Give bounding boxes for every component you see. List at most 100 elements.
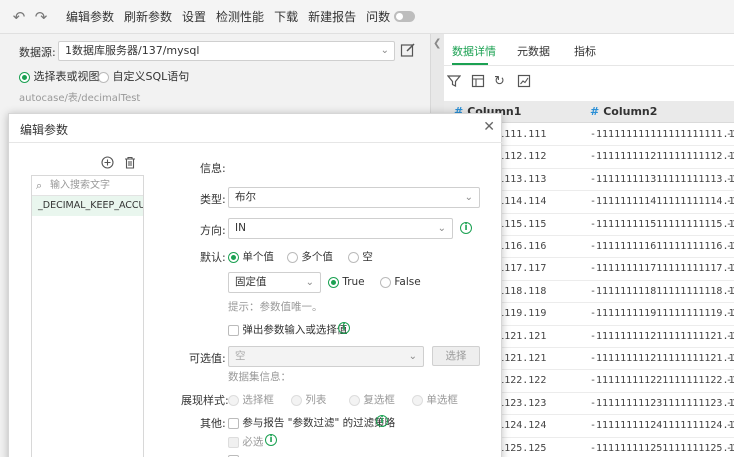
param-list-item[interactable]: _DECIMAL_KEEP_ACCURACY xyxy=(32,196,143,216)
chevron-down-icon: ⌄ xyxy=(464,192,473,203)
preview-tabs: 数据详情 元数据 指标 xyxy=(444,34,734,66)
info-icon[interactable]: i xyxy=(376,415,388,427)
table-cell: -1 xyxy=(726,375,734,387)
display-radio-option[interactable]: 单选框 xyxy=(412,392,458,407)
chart-icon[interactable] xyxy=(517,74,533,90)
table-cell: -1 xyxy=(726,218,734,230)
menu-check-performance[interactable]: 检测性能 xyxy=(216,8,264,25)
datasource-select[interactable]: 1数据库服务器/137/mysql ⌄ xyxy=(58,41,395,61)
app-root: ↶ ↷ 编辑参数 刷新参数 设置 检测性能 下载 新建报告 问数 数据源: 1数… xyxy=(0,0,734,457)
toolbar: ↶ ↷ 编辑参数 刷新参数 设置 检测性能 下载 新建报告 问数 xyxy=(0,0,734,34)
chevron-down-icon: ⌄ xyxy=(408,351,417,362)
table-cell: -1 xyxy=(726,420,734,432)
info-label: 信息: xyxy=(200,162,226,175)
popup-input-checkbox[interactable]: 弹出参数输入或选择值 xyxy=(228,322,347,337)
close-icon[interactable]: ✕ xyxy=(483,119,495,135)
table-cell: -1 xyxy=(726,129,734,140)
default-kind-select[interactable]: 固定值 ⌄ xyxy=(228,272,321,293)
menu-download[interactable]: 下载 xyxy=(274,8,298,25)
table-cell: -1 xyxy=(726,173,734,185)
default-multi-option[interactable]: 多个值 xyxy=(287,249,333,264)
table-cell: -111111111911111111119.119 xyxy=(590,308,734,320)
param-search-input[interactable]: ⌕ 输入搜索文字 xyxy=(32,176,143,196)
delete-icon[interactable] xyxy=(124,156,136,173)
info-icon[interactable]: i xyxy=(460,222,472,234)
display-list-option[interactable]: 列表 xyxy=(291,392,326,407)
radio-selected-icon xyxy=(228,251,239,263)
radio-icon xyxy=(98,71,109,83)
direction-label: 方向: xyxy=(200,224,226,237)
add-icon[interactable] xyxy=(101,156,114,173)
menu-edit-params[interactable]: 编辑参数 xyxy=(66,8,114,25)
optional-values-label: 可选值: xyxy=(189,352,226,365)
table-cell: -111111111241111111124.124 xyxy=(590,420,734,432)
number-type-icon: # xyxy=(590,105,600,118)
table-cell: -1 xyxy=(726,397,734,409)
select-button[interactable]: 选择 xyxy=(432,346,480,366)
column-header-2[interactable]: # Column2 xyxy=(590,105,657,118)
radio-selected-icon xyxy=(19,71,30,83)
table-cell: -1 xyxy=(726,285,734,297)
direction-select[interactable]: IN ⌄ xyxy=(228,218,453,239)
filter-icon[interactable] xyxy=(446,74,463,90)
datasource-value: 1数据库服务器/137/mysql xyxy=(65,44,200,57)
table-cell: -1 xyxy=(726,353,734,364)
undo-icon[interactable]: ↶ xyxy=(8,6,30,28)
menu-new-report[interactable]: 新建报告 xyxy=(308,8,356,25)
bool-false-option[interactable]: False xyxy=(380,276,421,288)
menu-refresh-params[interactable]: 刷新参数 xyxy=(124,8,172,25)
option-table-view[interactable]: 选择表或视图 xyxy=(19,68,100,84)
radio-icon xyxy=(287,251,298,263)
optional-value: 空 xyxy=(235,350,246,362)
display-select-box-option[interactable]: 选择框 xyxy=(228,392,274,407)
table-cell: -111111111211111111112.112 xyxy=(590,151,734,163)
menu-ask-data[interactable]: 问数 xyxy=(366,8,390,25)
checkbox-icon xyxy=(228,324,239,336)
table-cell: -111111111251111111125.125 xyxy=(590,442,734,454)
default-empty-option[interactable]: 空 xyxy=(348,249,373,264)
info-icon[interactable]: i xyxy=(265,434,277,446)
display-checkbox-option[interactable]: 复选框 xyxy=(349,392,395,407)
radio-selected-icon xyxy=(328,276,339,288)
table-settings-icon[interactable] xyxy=(471,74,487,90)
info-icon[interactable]: i xyxy=(338,322,350,334)
radio-icon xyxy=(412,394,423,406)
search-icon: ⌕ xyxy=(36,179,43,192)
edit-icon[interactable] xyxy=(400,42,418,60)
required-checkbox[interactable]: 必选 xyxy=(228,434,263,449)
table-cell: -1 xyxy=(726,151,734,163)
table-cell: -111111111211111111121.121 xyxy=(590,330,734,342)
checkbox-icon xyxy=(228,417,239,429)
tab-data-details[interactable]: 数据详情 xyxy=(452,43,496,59)
table-cell: -111111111311111111113.113 xyxy=(590,173,734,185)
display-style-label: 展现样式: xyxy=(181,394,229,407)
bool-true-option[interactable]: True xyxy=(328,276,365,288)
menu-settings[interactable]: 设置 xyxy=(182,8,206,25)
default-single-option[interactable]: 单个值 xyxy=(228,249,274,264)
param-filter-checkbox[interactable]: 参与报告 "参数过滤" 的过滤策略 xyxy=(228,415,395,430)
table-cell: -111111111111111111111.111 xyxy=(590,129,734,140)
option-custom-sql[interactable]: 自定义SQL语句 xyxy=(98,68,189,84)
table-cell: -111111111511111111115.115 xyxy=(590,218,734,230)
table-cell: -111111111221111111122.122 xyxy=(590,375,734,387)
optional-values-select[interactable]: 空 ⌄ xyxy=(228,346,424,367)
radio-icon xyxy=(348,251,359,263)
tab-metadata[interactable]: 元数据 xyxy=(517,43,550,59)
redo-icon[interactable]: ↷ xyxy=(30,6,52,28)
option-sql-label: 自定义SQL语句 xyxy=(112,70,190,83)
radio-icon xyxy=(349,394,360,406)
chevron-down-icon: ⌄ xyxy=(380,45,389,56)
tab-metrics[interactable]: 指标 xyxy=(574,43,596,59)
ask-data-toggle[interactable] xyxy=(394,11,416,22)
other-label: 其他: xyxy=(200,417,226,430)
refresh-icon[interactable]: ↻ xyxy=(494,74,510,90)
dialog-title: 编辑参数 xyxy=(20,123,69,137)
type-select[interactable]: 布尔 ⌄ xyxy=(228,187,480,208)
default-kind-value: 固定值 xyxy=(235,276,267,288)
preview-toolbar: ↻ xyxy=(444,74,734,96)
table-cell: -111111111611111111116.116 xyxy=(590,241,734,252)
table-cell: -1 xyxy=(726,196,734,208)
table-cell: -1 xyxy=(726,263,734,275)
table-cell: -111111111211111111121.121 xyxy=(590,353,734,364)
collapse-left-icon[interactable]: ❮ xyxy=(433,38,441,49)
